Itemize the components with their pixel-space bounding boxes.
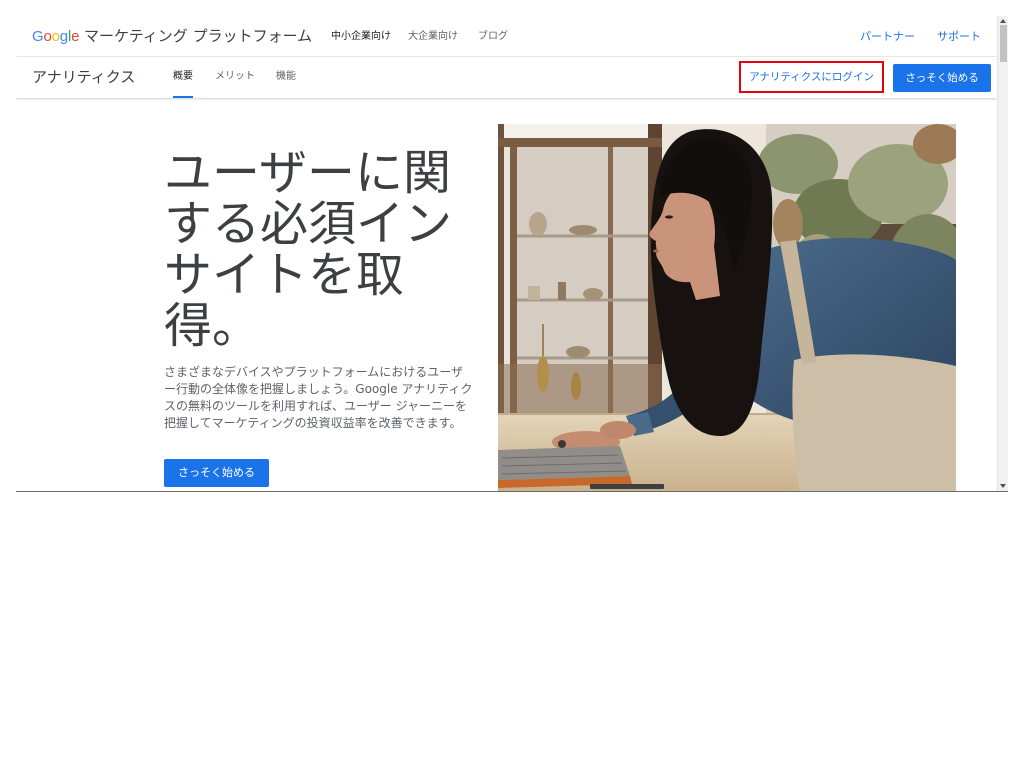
product-subnav: アナリティクス 概要 メリット 機能 アナリティクスにログイン さっそく始める	[16, 57, 997, 98]
apron	[792, 354, 956, 491]
hero-description: さまざまなデバイスやプラットフォームにおけるユーザー行動の全体像を把握しましょう…	[164, 365, 473, 430]
google-logo[interactable]: Google	[32, 16, 79, 57]
tab-features[interactable]: 機能	[276, 57, 296, 98]
shelf-object	[558, 282, 566, 300]
login-button[interactable]: アナリティクスにログイン	[741, 63, 882, 91]
lips	[653, 249, 659, 253]
support-link[interactable]: サポート	[937, 16, 981, 57]
hanging-ornament	[537, 356, 549, 392]
tab-benefits[interactable]: メリット	[215, 57, 255, 98]
scroll-down-arrow-icon[interactable]	[1000, 484, 1006, 488]
shelf-vase	[529, 212, 547, 236]
shelf-top-beam	[498, 138, 662, 147]
scrollbar-thumb[interactable]	[1000, 25, 1007, 62]
hanging-ornament	[571, 372, 581, 400]
google-logo-letter: o	[51, 28, 60, 45]
nav-item-blog[interactable]: ブログ	[478, 16, 508, 57]
shelf-object	[566, 346, 590, 358]
get-started-button[interactable]: さっそく始める	[893, 64, 991, 92]
nav-item-small-business[interactable]: 中小企業向け	[331, 16, 391, 57]
google-logo-letter: e	[71, 28, 80, 45]
browser-viewport: Google マーケティング プラットフォーム 中小企業向け 大企業向け ブログ…	[16, 16, 1008, 492]
product-title[interactable]: アナリティクス	[32, 57, 135, 97]
product-name[interactable]: マーケティング プラットフォーム	[84, 16, 312, 57]
google-logo-letter: o	[43, 28, 52, 45]
hero-get-started-button[interactable]: さっそく始める	[164, 459, 269, 487]
hero-photo	[498, 124, 956, 491]
shelf-bowl	[569, 225, 597, 235]
eye	[665, 215, 673, 219]
ring	[558, 440, 566, 448]
hero-title: ユーザーに関する必須インサイトを取得。	[164, 145, 453, 354]
global-header: Google マーケティング プラットフォーム 中小企業向け 大企業向け ブログ…	[16, 16, 997, 57]
google-logo-letter: g	[59, 28, 68, 45]
phone	[590, 484, 664, 489]
photo-shelf	[498, 124, 662, 424]
scroll-up-arrow-icon[interactable]	[1000, 19, 1006, 23]
photo-window-light	[498, 124, 662, 138]
scrollbar-track[interactable]	[997, 16, 1008, 491]
shelf-object	[583, 288, 603, 300]
tab-overview[interactable]: 概要	[173, 57, 193, 98]
shelf-object	[528, 286, 540, 300]
google-logo-letter: G	[32, 28, 44, 45]
page: Google マーケティング プラットフォーム 中小企業向け 大企業向け ブログ…	[16, 16, 997, 491]
hero-image	[498, 124, 956, 491]
hand	[600, 421, 636, 439]
nav-item-enterprise[interactable]: 大企業向け	[408, 16, 458, 57]
partners-link[interactable]: パートナー	[860, 16, 915, 57]
